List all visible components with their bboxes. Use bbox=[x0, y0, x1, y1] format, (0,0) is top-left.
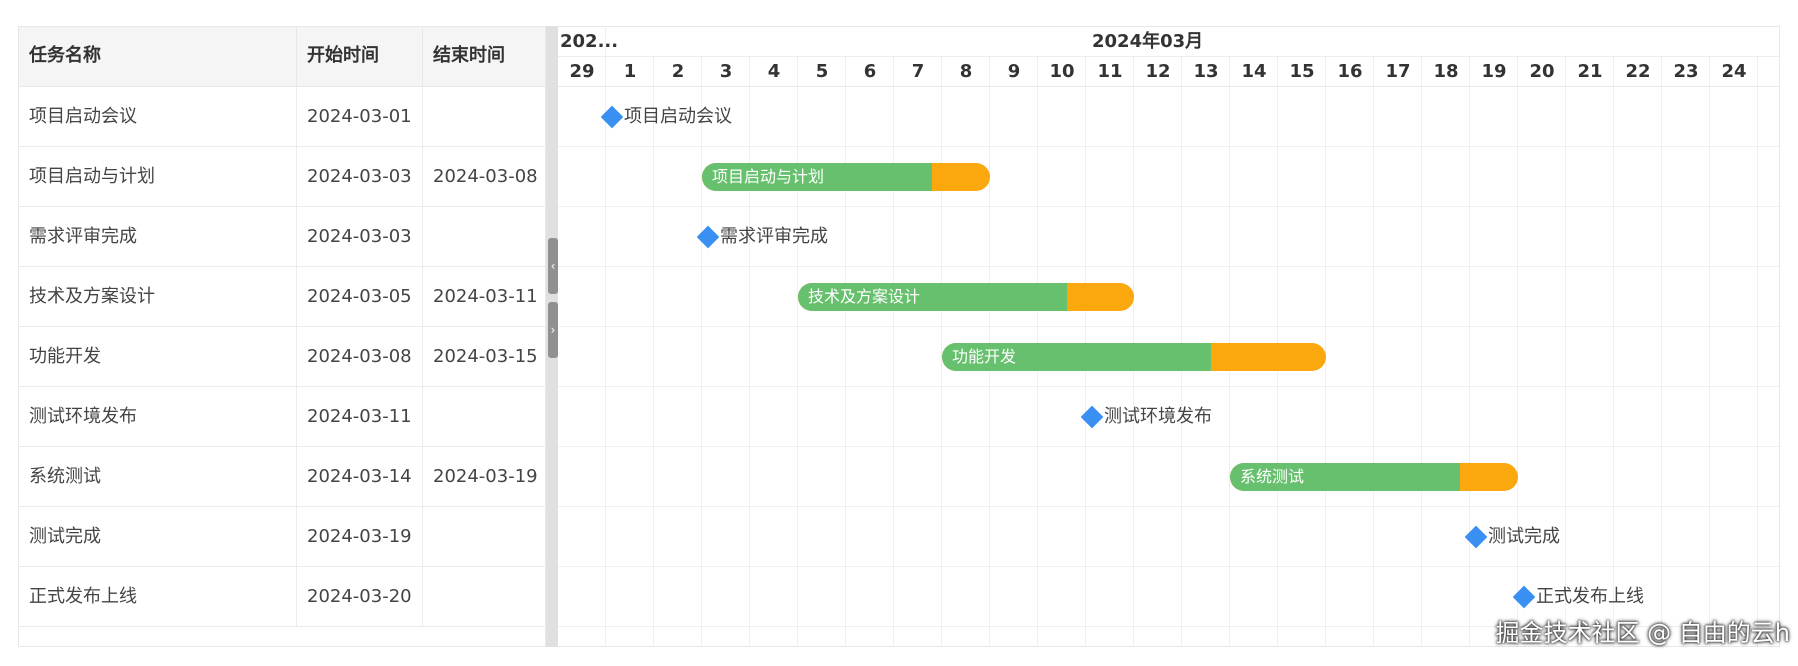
milestone-label: 正式发布上线 bbox=[1536, 586, 1644, 607]
day-label: 6 bbox=[863, 61, 877, 82]
expand-left-button[interactable]: › bbox=[548, 302, 558, 358]
month-label-current: 2024年03月 bbox=[1092, 31, 1204, 52]
day-label: 9 bbox=[1007, 61, 1021, 82]
day-label: 20 bbox=[1529, 61, 1555, 82]
start-time-cell: 2024-03-05 bbox=[297, 267, 423, 327]
day-label: 7 bbox=[911, 61, 925, 82]
task-bar[interactable]: 系统测试 bbox=[1230, 463, 1518, 491]
end-time-cell bbox=[423, 87, 547, 147]
task-bar-label: 功能开发 bbox=[952, 347, 1017, 366]
task-name-cell: 测试环境发布 bbox=[19, 387, 297, 447]
task-name-cell: 功能开发 bbox=[19, 327, 297, 387]
grid-line-horizontal bbox=[558, 566, 1779, 567]
day-label: 24 bbox=[1721, 61, 1747, 82]
day-label: 2 bbox=[671, 61, 685, 82]
grid-line-horizontal bbox=[558, 326, 1779, 327]
day-label: 17 bbox=[1385, 61, 1411, 82]
day-label: 16 bbox=[1337, 61, 1363, 82]
table-row[interactable]: 项目启动会议 2024-03-01 bbox=[19, 87, 545, 147]
day-label: 23 bbox=[1673, 61, 1699, 82]
task-grid: 任务名称 开始时间 结束时间 项目启动会议 2024-03-01 项目启动与计划 20… bbox=[18, 26, 546, 647]
table-row[interactable]: 正式发布上线 2024-03-20 bbox=[19, 567, 545, 627]
start-time-cell: 2024-03-01 bbox=[297, 87, 423, 147]
task-name-cell: 技术及方案设计 bbox=[19, 267, 297, 327]
grid-line-horizontal bbox=[558, 146, 1779, 147]
day-label: 8 bbox=[959, 61, 973, 82]
day-label: 29 bbox=[569, 61, 595, 82]
start-time-cell: 2024-03-08 bbox=[297, 327, 423, 387]
grid-line-horizontal bbox=[558, 446, 1779, 447]
task-bar-label: 项目启动与计划 bbox=[712, 167, 825, 186]
table-row[interactable]: 需求评审完成 2024-03-03 bbox=[19, 207, 545, 267]
table-row[interactable]: 测试完成 2024-03-19 bbox=[19, 507, 545, 567]
task-bar[interactable]: 项目启动与计划 bbox=[702, 163, 990, 191]
end-time-cell: 2024-03-08 bbox=[433, 166, 538, 187]
milestone-label: 项目启动会议 bbox=[624, 106, 732, 127]
milestone-label: 需求评审完成 bbox=[720, 226, 828, 247]
task-name-cell: 需求评审完成 bbox=[19, 207, 297, 267]
end-time-cell: 2024-03-19 bbox=[433, 466, 538, 487]
grid-line-horizontal bbox=[558, 386, 1779, 387]
table-row[interactable]: 系统测试 2024-03-14 2024-03-19 bbox=[19, 447, 545, 507]
table-row[interactable]: 项目启动与计划 2024-03-03 2024-03-08 bbox=[19, 147, 545, 207]
task-bar[interactable]: 功能开发 bbox=[942, 343, 1326, 371]
day-label: 19 bbox=[1481, 61, 1507, 82]
table-row[interactable]: 功能开发 2024-03-08 2024-03-15 bbox=[19, 327, 545, 387]
milestone-label: 测试环境发布 bbox=[1104, 406, 1212, 427]
task-name-cell: 系统测试 bbox=[19, 447, 297, 507]
task-bar-label: 系统测试 bbox=[1240, 467, 1305, 486]
day-label: 18 bbox=[1433, 61, 1459, 82]
grid-line-horizontal bbox=[558, 506, 1779, 507]
day-label: 15 bbox=[1289, 61, 1315, 82]
day-label: 11 bbox=[1097, 61, 1123, 82]
end-time-cell bbox=[423, 507, 547, 567]
end-time-cell: 2024-03-15 bbox=[433, 346, 538, 367]
grid-header: 任务名称 开始时间 结束时间 bbox=[19, 27, 545, 87]
table-row[interactable]: 技术及方案设计 2024-03-05 2024-03-11 bbox=[19, 267, 545, 327]
start-time-cell: 2024-03-03 bbox=[297, 207, 423, 267]
gantt-chart: 202... 2024年03月 29 1 2 3 4 5 6 7 8 9 10 11 12 13 14 15 1… bbox=[558, 26, 1780, 647]
table-row[interactable]: 测试环境发布 2024-03-11 bbox=[19, 387, 545, 447]
task-name-cell: 项目启动会议 bbox=[19, 87, 297, 147]
column-header-start-time[interactable]: 开始时间 bbox=[297, 27, 423, 87]
day-label: 12 bbox=[1145, 61, 1171, 82]
grid-line-horizontal bbox=[558, 206, 1779, 207]
watermark: 掘金技术社区 @ 自由的云h bbox=[1495, 619, 1790, 647]
task-name-cell: 测试完成 bbox=[19, 507, 297, 567]
day-label: 10 bbox=[1049, 61, 1075, 82]
day-label: 21 bbox=[1577, 61, 1603, 82]
day-label: 3 bbox=[719, 61, 733, 82]
day-label: 4 bbox=[767, 61, 781, 82]
end-time-cell bbox=[423, 567, 547, 627]
month-header: 202... 2024年03月 bbox=[558, 27, 1779, 57]
day-label: 5 bbox=[815, 61, 829, 82]
start-time-cell: 2024-03-11 bbox=[297, 387, 423, 447]
grid-line-horizontal bbox=[558, 266, 1779, 267]
end-time-cell bbox=[423, 387, 547, 447]
end-time-cell: 2024-03-11 bbox=[433, 286, 538, 307]
start-time-cell: 2024-03-14 bbox=[297, 447, 423, 507]
column-header-task-name[interactable]: 任务名称 bbox=[19, 27, 297, 87]
start-time-cell: 2024-03-20 bbox=[297, 567, 423, 627]
task-bar-label: 技术及方案设计 bbox=[808, 287, 921, 306]
day-label: 1 bbox=[623, 61, 637, 82]
column-header-end-time[interactable]: 结束时间 bbox=[423, 27, 547, 87]
month-label-prev: 202... bbox=[560, 31, 619, 52]
day-label: 13 bbox=[1193, 61, 1219, 82]
milestone-label: 测试完成 bbox=[1488, 526, 1560, 547]
collapse-left-button[interactable]: ‹ bbox=[548, 238, 558, 294]
end-time-cell bbox=[423, 207, 547, 267]
day-header: 29 1 2 3 4 5 6 7 8 9 10 11 12 13 14 15 16 17 18 19 20 21 22 23 2… bbox=[558, 57, 1779, 87]
task-bar[interactable]: 技术及方案设计 bbox=[798, 283, 1134, 311]
task-name-cell: 项目启动与计划 bbox=[19, 147, 297, 207]
task-name-cell: 正式发布上线 bbox=[19, 567, 297, 627]
start-time-cell: 2024-03-03 bbox=[297, 147, 423, 207]
day-label: 22 bbox=[1625, 61, 1651, 82]
start-time-cell: 2024-03-19 bbox=[297, 507, 423, 567]
day-label: 14 bbox=[1241, 61, 1267, 82]
